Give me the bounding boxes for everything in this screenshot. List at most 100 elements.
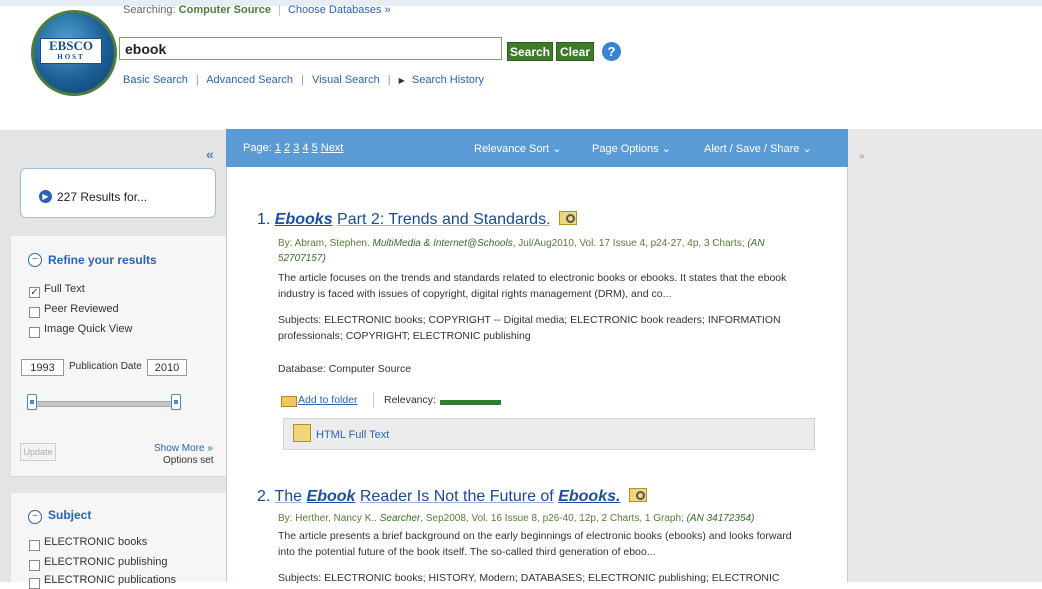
relevance-sort-label: Relevance Sort — [474, 143, 550, 155]
date-slider-track[interactable] — [33, 401, 177, 407]
collapse-subject-icon[interactable]: − — [28, 510, 42, 524]
basic-search-link[interactable]: Basic Search — [123, 74, 188, 86]
update-button[interactable]: Update — [20, 443, 56, 461]
search-button[interactable]: Search — [507, 42, 553, 61]
choose-databases-link[interactable]: Choose Databases » — [288, 4, 391, 16]
search-input[interactable] — [119, 37, 502, 60]
logo-brand: EBSCO — [48, 38, 94, 53]
image-quick-view-checkbox[interactable] — [29, 327, 40, 338]
search-history-link[interactable]: Search History — [412, 74, 484, 86]
result-number: 1. — [257, 211, 271, 228]
result-source[interactable]: MultiMedia & Internet@Schools — [373, 238, 513, 249]
collapse-right-icon[interactable]: » — [859, 151, 865, 162]
result-authors: By: Herther, Nancy K.. — [278, 513, 377, 524]
next-page-link[interactable]: Next — [321, 142, 344, 154]
page-options-dropdown[interactable]: Page Options ⌄ — [592, 142, 671, 155]
preview-icon[interactable] — [628, 488, 647, 502]
publication-date-label: Publication Date — [69, 361, 142, 372]
result-title[interactable]: 2. The Ebook Reader Is Not the Future of… — [257, 487, 647, 506]
result-title-highlight[interactable]: Ebooks. — [558, 488, 620, 505]
abstract-line: industry is faced with issues of copyrig… — [278, 288, 672, 300]
relevancy-label: Relevancy: — [384, 394, 436, 406]
image-quick-view-label: Image Quick View — [44, 323, 133, 335]
page-link-2[interactable]: 2 — [284, 142, 290, 154]
subjects-line: Subjects: ELECTRONIC books; HISTORY, Mod… — [278, 572, 780, 584]
triangle-right-icon: ▶ — [398, 76, 405, 85]
folder-icon[interactable] — [281, 396, 297, 407]
right-sidebar — [848, 129, 1042, 582]
result-byline: By: Herther, Nancy K.. Searcher, Sep2008… — [278, 511, 838, 526]
page-options-label: Page Options — [592, 143, 659, 155]
alert-save-share-label: Alert / Save / Share — [704, 143, 800, 155]
results-count: 227 Results for... — [57, 190, 148, 204]
result-title-highlight[interactable]: Ebook — [307, 488, 356, 505]
result-an-prefix: (AN — [747, 238, 765, 249]
result-title-text[interactable]: The — [275, 488, 303, 505]
page-link-4[interactable]: 4 — [302, 142, 308, 154]
page-link-3[interactable]: 3 — [293, 142, 299, 154]
abstract-line: into the potential future of the book it… — [278, 546, 656, 558]
alert-save-share-dropdown[interactable]: Alert / Save / Share ⌄ — [704, 142, 812, 155]
link-separator: | — [387, 74, 391, 86]
date-slider-right-handle[interactable] — [171, 394, 181, 410]
html-full-text-icon[interactable] — [293, 424, 311, 442]
link-separator: | — [195, 74, 199, 86]
abstract-line: The article presents a brief background … — [278, 530, 792, 542]
subject-checkbox[interactable] — [29, 540, 40, 551]
result-an: (AN 34172354) — [686, 513, 755, 524]
pagination: Page: 1 2 3 4 5 Next — [243, 142, 343, 154]
result-subjects: Subjects: ELECTRONIC books; HISTORY, Mod… — [278, 570, 838, 586]
peer-reviewed-checkbox[interactable] — [29, 307, 40, 318]
result-authors: By: Abram, Stephen. — [278, 238, 370, 249]
collapse-left-icon[interactable]: « — [206, 146, 214, 162]
abstract-line: The article focuses on the trends and st… — [278, 272, 787, 284]
help-icon[interactable]: ? — [602, 42, 621, 61]
show-more-link[interactable]: Show More » — [154, 443, 213, 454]
visual-search-link[interactable]: Visual Search — [312, 74, 380, 86]
subject-option[interactable]: ELECTRONIC books — [44, 536, 147, 548]
result-details: , Sep2008, Vol. 16 Issue 8, p26-40, 12p,… — [420, 513, 684, 524]
relevance-sort-dropdown[interactable]: Relevance Sort ⌄ — [474, 142, 562, 155]
html-full-text-link[interactable]: HTML Full Text — [316, 429, 389, 441]
logo-sub: HOST — [57, 53, 85, 61]
result-title-text[interactable]: Part 2: Trends and Standards. — [337, 211, 550, 228]
search-header: EBSCO HOST Searching: Computer Source | … — [0, 4, 1042, 131]
link-separator: | — [301, 74, 304, 86]
advanced-search-link[interactable]: Advanced Search — [206, 74, 293, 86]
result-title[interactable]: 1. Ebooks Part 2: Trends and Standards. — [257, 210, 577, 229]
full-text-label: Full Text — [44, 283, 85, 295]
clear-button[interactable]: Clear — [556, 42, 594, 61]
options-set-label: Options set — [163, 455, 214, 466]
logo-text: EBSCO HOST — [40, 38, 102, 64]
divider — [373, 393, 374, 407]
result-title-text[interactable]: Reader Is Not the Future of — [360, 488, 554, 505]
relevancy-bar — [440, 400, 501, 405]
chevron-down-icon: ⌄ — [661, 143, 671, 155]
searching-line: Searching: Computer Source | Choose Data… — [123, 4, 391, 16]
add-to-folder-link[interactable]: Add to folder — [298, 394, 358, 406]
result-details: , Jul/Aug2010, Vol. 17 Issue 4, p24-27, … — [512, 238, 745, 249]
full-text-checkbox[interactable]: ✓ — [29, 287, 40, 298]
subject-checkbox[interactable] — [29, 560, 40, 571]
result-source[interactable]: Searcher — [380, 513, 421, 524]
page-link-5[interactable]: 5 — [312, 142, 318, 154]
subjects-line: professionals; COPYRIGHT; ELECTRONIC pub… — [278, 330, 531, 342]
subject-checkbox[interactable] — [29, 578, 40, 589]
result-abstract: The article presents a brief background … — [278, 528, 838, 560]
searching-label: Searching: — [123, 4, 176, 16]
refine-panel — [11, 236, 226, 477]
result-title-highlight[interactable]: Ebooks — [275, 211, 333, 228]
subject-option[interactable]: ELECTRONIC publications — [44, 574, 176, 586]
result-database: Database: Computer Source — [278, 363, 412, 375]
collapse-refine-icon[interactable]: − — [28, 253, 42, 267]
subject-option[interactable]: ELECTRONIC publishing — [44, 556, 168, 568]
date-slider-left-handle[interactable] — [27, 394, 37, 410]
arrow-right-circle-icon: ▶ — [39, 190, 52, 203]
page-link-1[interactable]: 1 — [275, 142, 281, 154]
result-number: 2. — [257, 488, 271, 505]
year-from-input[interactable]: 1993 — [21, 359, 64, 376]
year-to-input[interactable]: 2010 — [147, 359, 187, 376]
result-an: 52707157) — [278, 253, 326, 264]
database-name: Computer Source — [178, 4, 271, 16]
preview-icon[interactable] — [558, 211, 577, 225]
